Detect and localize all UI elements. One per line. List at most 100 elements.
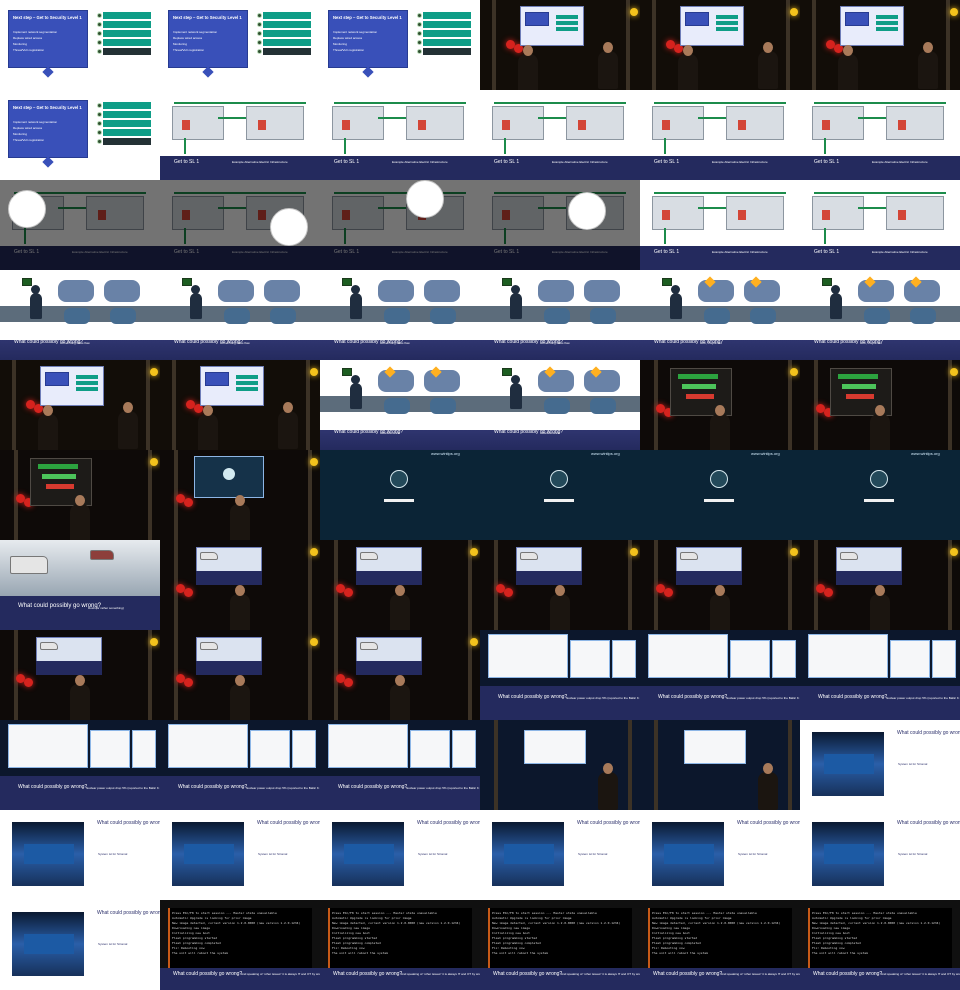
thumbnail-54[interactable]: What could possibly go wrong? System ist … [0,810,160,900]
control-monitor [328,724,408,768]
thumbnail-45[interactable]: What could possibly go wrong? Nuclear pow… [480,630,640,720]
monitor-icon [342,368,352,376]
thumbnail-52[interactable] [640,720,800,810]
thumbnail-47[interactable]: What could possibly go wrong? Nuclear pow… [800,630,960,720]
stage-light [470,638,478,646]
speaker-head [843,45,853,56]
thumbnail-18[interactable]: What could possibly go wrong? Overriding … [0,270,160,360]
thumbnail-62[interactable]: Press ESC/F8 to start session --- Master… [320,900,480,990]
thumbnail-63[interactable]: Press ESC/F8 to start session --- Master… [480,900,640,990]
thumbnail-65[interactable]: Press ESC/F8 to start session --- Master… [800,900,960,990]
thumbnail-4[interactable] [640,0,800,90]
control-monitor [648,634,728,678]
thumbnail-44[interactable] [320,630,480,720]
thumbnail-14[interactable]: Get to SL 1Example Alternative Electric … [320,180,480,270]
thumbnail-46[interactable]: What could possibly go wrong? Nuclear pow… [640,630,800,720]
thumbnail-15[interactable]: Get to SL 1Example Alternative Electric … [480,180,640,270]
thumbnail-7[interactable]: Get to SL 1 Example Alternative Electric … [160,90,320,180]
thumbnail-31[interactable] [160,450,320,540]
network-line [184,138,186,154]
thumbnail-22[interactable]: What could possibly go wrong? Oh, maybe n… [640,270,800,360]
thumbnail-29[interactable] [800,360,960,450]
thumbnail-43[interactable] [160,630,320,720]
thumbnail-8[interactable]: Get to SL 1 Example Alternative Electric … [320,90,480,180]
thumbnail-37[interactable] [160,540,320,630]
thumbnail-3[interactable] [480,0,640,90]
thumbnail-32[interactable]: www.wintips.org [320,450,480,540]
thumbnail-64[interactable]: Press ESC/F8 to start session --- Master… [640,900,800,990]
thumbnail-1[interactable]: Next step – Get to Security Level 1 Imple… [160,0,320,90]
terminal-line: Downloading new image [172,926,210,930]
control-monitor [132,730,156,768]
terminal-line: Fix: Rebooting now [812,946,845,950]
thumbnail-51[interactable] [480,720,640,810]
password-field[interactable] [544,499,574,502]
risk-block [738,210,746,220]
thumbnail-2[interactable]: Next step – Get to Security Level 1 Imple… [320,0,480,90]
terminal-line: Fix: Rebooting now [172,946,205,950]
thumbnail-48[interactable]: What could possibly go wrong? Nuclear pow… [0,720,160,810]
slide-subtitle: Example Alternative Electric Infrastruct… [872,160,928,164]
thumbnail-5[interactable] [800,0,960,90]
thumbnail-25[interactable] [160,360,320,450]
thumbnail-55[interactable]: What could possibly go wrong? System ist … [160,810,320,900]
thumbnail-20[interactable]: What could possibly go wrong? Overriding … [320,270,480,360]
thumbnail-61[interactable]: Press ESC/F8 to start session --- Master… [160,900,320,990]
thumbnail-57[interactable]: What could possibly go wrong? System ist … [480,810,640,900]
bullet-4: Threat/Vuln registration [173,48,205,52]
thumbnail-50[interactable]: What could possibly go wrong? Nuclear pow… [320,720,480,810]
thumbnail-28[interactable] [640,360,800,450]
thumbnail-6[interactable]: Next step – Get to Security Level 1 Imple… [0,90,160,180]
password-field[interactable] [704,499,734,502]
step-bar [263,39,311,46]
operator-desk [824,754,874,774]
thumbnail-56[interactable]: What could possibly go wrong? System ist … [320,810,480,900]
thumbnail-11[interactable]: Get to SL 1 Example Alternative Electric … [800,90,960,180]
thumbnail-30[interactable] [0,450,160,540]
thumbnail-53[interactable]: What could possibly go wrong? System ist … [800,720,960,810]
control-monitor [890,640,930,678]
thumbnail-17[interactable]: Get to SL 1 Example Alternative Electric … [800,180,960,270]
thumbnail-0[interactable]: Next step – Get to Security Level 1 Imple… [0,0,160,90]
thumbnail-33[interactable]: www.wintips.org [480,450,640,540]
thumbnail-19[interactable]: What could possibly go wrong? Overriding … [160,270,320,360]
thumbnail-26[interactable]: What could possibly go wrong? Ransomware [320,360,480,450]
thumbnail-9[interactable]: Get to SL 1 Example Alternative Electric … [480,90,640,180]
screen-card [525,12,549,26]
thumbnail-41[interactable] [800,540,960,630]
speaker-head [75,495,85,506]
terminal-line: Press ESC/F8 to start session --- Master… [492,911,597,915]
speaker [230,504,250,540]
speaker-head [283,402,293,413]
thumbnail-38[interactable] [320,540,480,630]
tank [904,280,940,302]
thumbnail-16[interactable]: Get to SL 1 Example Alternative Electric … [640,180,800,270]
thumbnail-42[interactable] [0,630,160,720]
thumbnail-39[interactable] [480,540,640,630]
thumbnail-36[interactable]: What could possibly go wrong? Rush (or ra… [0,540,160,630]
password-field[interactable] [384,499,414,502]
step-marker-icon [97,139,102,144]
network-line [686,394,714,399]
thumbnail-27[interactable]: What could possibly go wrong? Ransomware [480,360,640,450]
thumbnail-21[interactable]: What could possibly go wrong? Overriding … [480,270,640,360]
thumbnail-35[interactable]: www.wintips.org [800,450,960,540]
thumbnail-10[interactable]: Get to SL 1 Example Alternative Electric … [640,90,800,180]
thumbnail-34[interactable]: www.wintips.org [640,450,800,540]
thumbnail-40[interactable] [640,540,800,630]
screen-footer [196,661,262,675]
thumbnail-59[interactable]: What could possibly go wrong? System ist … [800,810,960,900]
slide-subtitle: Nuclear power output drop 5% (reported t… [726,696,800,700]
network-line [538,117,566,119]
thumbnail-24[interactable] [0,360,160,450]
step-marker-icon [257,31,262,36]
thumbnail-23[interactable]: What could possibly go wrong? Oh, maybe n… [800,270,960,360]
thumbnail-58[interactable]: What could possibly go wrong? System ist … [640,810,800,900]
thumbnail-60[interactable]: What could possibly go wrong? System ist … [0,900,160,990]
thumbnail-49[interactable]: What could possibly go wrong? Nuclear pow… [160,720,320,810]
password-field[interactable] [864,499,894,502]
bullet-3: Monitoring [13,42,28,46]
thumbnail-13[interactable]: Get to SL 1Example Alternative Electric … [160,180,320,270]
risk-block [662,210,670,220]
thumbnail-12[interactable]: Get to SL 1Example Alternative Electric … [0,180,160,270]
